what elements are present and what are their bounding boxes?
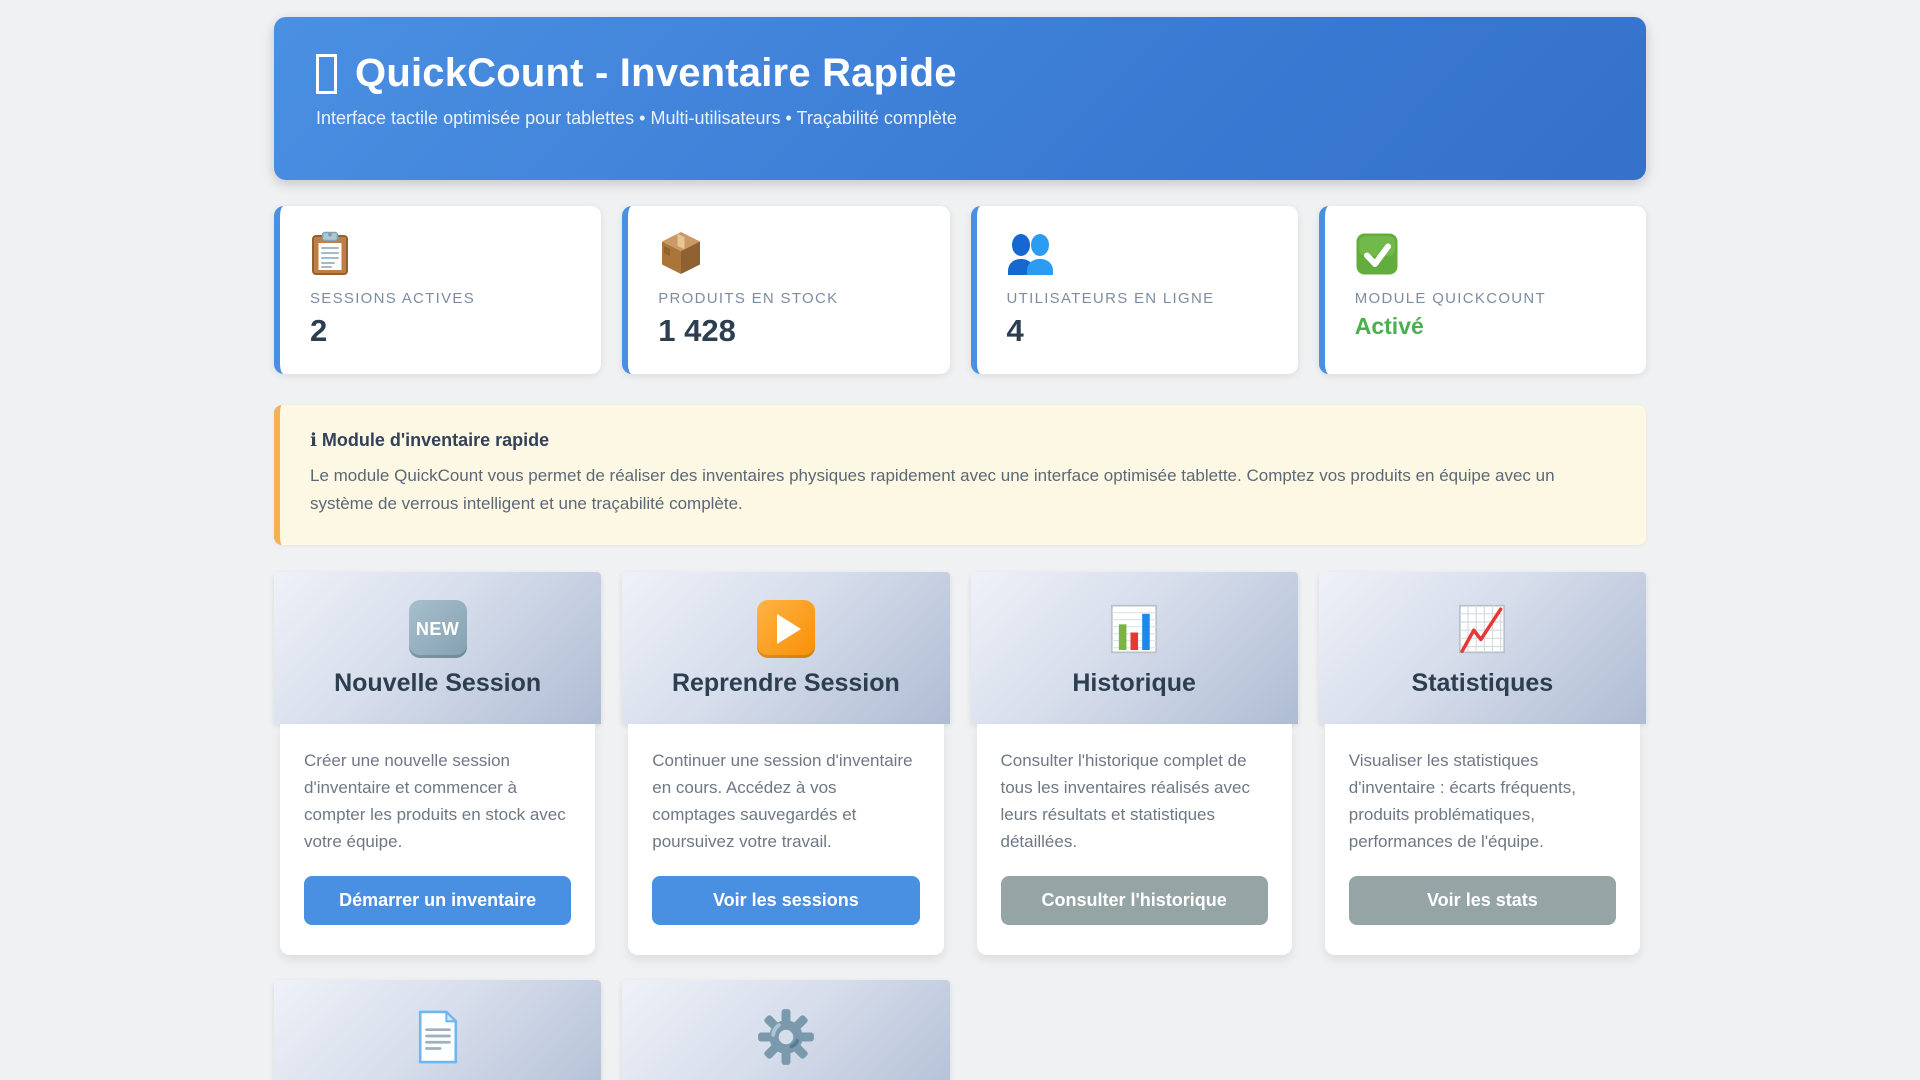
- view-stats-button[interactable]: Voir les stats: [1349, 876, 1616, 925]
- card-statistiques-header[interactable]: Statistiques: [1319, 572, 1646, 724]
- card-nouvelle-session-header[interactable]: NEW Nouvelle Session: [274, 572, 601, 724]
- chart-increasing-icon: [1454, 598, 1510, 660]
- document-icon: [415, 1006, 461, 1068]
- gear-icon: [757, 1006, 815, 1068]
- stat-value: 1 428: [658, 313, 923, 349]
- card-description: Consulter l'historique complet de tous l…: [1001, 748, 1268, 860]
- package-icon: [658, 228, 923, 276]
- page-title: QuickCount - Inventaire Rapide: [316, 51, 1604, 96]
- card-historique-header[interactable]: Historique: [971, 572, 1298, 724]
- stats-row: Sessions actives 2 Produits en stock 1 4…: [274, 206, 1646, 374]
- stat-label: Utilisateurs en ligne: [1007, 290, 1272, 307]
- stat-value: 4: [1007, 313, 1272, 349]
- header-banner: QuickCount - Inventaire Rapide Interface…: [274, 17, 1646, 180]
- info-banner-text: Le module QuickCount vous permet de réal…: [310, 462, 1600, 518]
- module-status-badge: Activé: [1355, 313, 1620, 340]
- page-title-text: QuickCount - Inventaire Rapide: [355, 51, 957, 96]
- card-historique: Historique Consulter l'historique comple…: [971, 572, 1298, 955]
- card-statistiques: Statistiques Visualiser les statistiques…: [1319, 572, 1646, 955]
- page-subtitle: Interface tactile optimisée pour tablett…: [316, 108, 1604, 129]
- card-rapports-pdf[interactable]: Rapports PDF: [274, 980, 601, 1080]
- info-banner: ℹ Module d'inventaire rapide Le module Q…: [274, 405, 1646, 545]
- new-icon: NEW: [409, 598, 467, 660]
- card-description: Continuer une session d'inventaire en co…: [652, 748, 919, 860]
- stat-card-users: Utilisateurs en ligne 4: [971, 206, 1298, 374]
- card-title: Historique: [1072, 669, 1196, 698]
- view-history-button[interactable]: Consulter l'historique: [1001, 876, 1268, 925]
- card-title: Reprendre Session: [672, 669, 900, 698]
- stat-card-sessions: Sessions actives 2: [274, 206, 601, 374]
- stat-label: Sessions actives: [310, 290, 575, 307]
- card-reprendre-session: Reprendre Session Continuer une session …: [622, 572, 949, 955]
- card-description: Créer une nouvelle session d'inventaire …: [304, 748, 571, 860]
- card-configuration[interactable]: Configuration: [622, 980, 949, 1080]
- missing-glyph-icon: [316, 54, 337, 94]
- stat-card-products: Produits en stock 1 428: [622, 206, 949, 374]
- actions-row: NEW Nouvelle Session Créer une nouvelle …: [274, 572, 1646, 955]
- bar-chart-icon: [1106, 598, 1162, 660]
- play-icon: [757, 598, 815, 660]
- stat-value: 2: [310, 313, 575, 349]
- card-nouvelle-session: NEW Nouvelle Session Créer une nouvelle …: [274, 572, 601, 955]
- card-title: Nouvelle Session: [334, 669, 541, 698]
- start-inventory-button[interactable]: Démarrer un inventaire: [304, 876, 571, 925]
- users-icon: [1007, 228, 1272, 276]
- card-title: Statistiques: [1412, 669, 1554, 698]
- extra-actions-row: Rapports PDF: [274, 980, 1646, 1080]
- stat-label: Produits en stock: [658, 290, 923, 307]
- card-description: Visualiser les statistiques d'inventaire…: [1349, 748, 1616, 860]
- stat-card-module: Module QuickCount Activé: [1319, 206, 1646, 374]
- check-icon: [1355, 228, 1620, 276]
- stat-label: Module QuickCount: [1355, 290, 1620, 307]
- page-container: QuickCount - Inventaire Rapide Interface…: [274, 0, 1646, 1080]
- card-reprendre-session-header[interactable]: Reprendre Session: [622, 572, 949, 724]
- view-sessions-button[interactable]: Voir les sessions: [652, 876, 919, 925]
- info-banner-title: ℹ Module d'inventaire rapide: [310, 430, 1616, 451]
- clipboard-icon: [310, 228, 575, 276]
